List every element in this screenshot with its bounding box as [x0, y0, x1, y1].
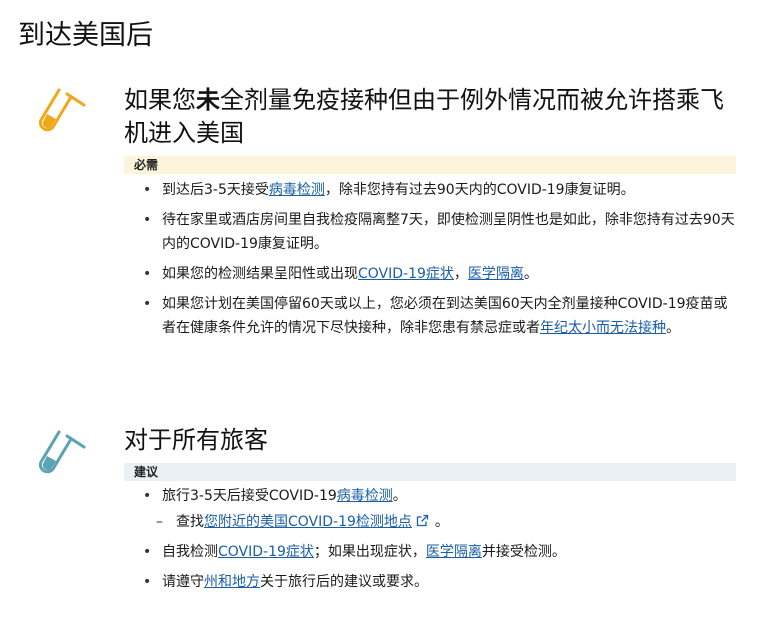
viral-test-link[interactable]: 病毒检测	[269, 182, 325, 198]
list-item: 到达后3-5天接受病毒检测，除非您持有过去90天内的COVID-19康复证明。	[140, 178, 735, 202]
test-tube-icon	[38, 88, 86, 132]
item-text: ，	[453, 266, 468, 282]
title-text-pre: 如果您	[124, 86, 196, 114]
item-text: ；如果出现症状，	[313, 544, 426, 560]
state-local-link[interactable]: 州和地方	[204, 574, 260, 590]
recommended-badge: 建议	[124, 463, 736, 481]
item-text: 自我检测	[162, 544, 218, 560]
viral-test-link[interactable]: 病毒检测	[337, 488, 393, 504]
required-list: 到达后3-5天接受病毒检测，除非您持有过去90天内的COVID-19康复证明。 …	[140, 178, 735, 340]
list-item: 自我检测COVID-19症状；如果出现症状，医学隔离并接受检测。	[140, 540, 735, 564]
section-title: 对于所有旅客	[124, 426, 268, 454]
item-text: 查找	[176, 514, 204, 530]
item-text: 到达后3-5天接受	[162, 182, 269, 198]
testing-locations-link[interactable]: 您附近的美国COVID-19检测地点	[204, 514, 412, 530]
required-badge: 必需	[124, 156, 736, 174]
covid-symptoms-link[interactable]: COVID-19症状	[358, 266, 454, 282]
title-text-emphasis: 未	[196, 86, 220, 114]
item-text: ，除非您持有过去90天内的COVID-19康复证明。	[324, 182, 635, 198]
covid-symptoms-link[interactable]: COVID-19症状	[218, 544, 314, 560]
list-item: 旅行3-5天后接受COVID-19病毒检测。	[140, 484, 735, 508]
item-text: 。	[434, 514, 449, 530]
item-text: 请遵守	[162, 574, 204, 590]
recommended-list: 旅行3-5天后接受COVID-19病毒检测。 查找您附近的美国COVID-19检…	[140, 484, 735, 594]
item-text: 如果您的检测结果呈阳性或出现	[162, 266, 358, 282]
item-text: 。	[666, 320, 680, 336]
test-tube-icon	[38, 430, 86, 474]
isolation-link[interactable]: 医学隔离	[468, 266, 524, 282]
too-young-link[interactable]: 年纪太小而无法接种	[540, 320, 666, 336]
item-text: 关于旅行后的建议或要求。	[260, 574, 428, 590]
item-text: 。	[523, 266, 538, 282]
page-title: 到达美国后	[18, 20, 153, 51]
external-link-icon	[416, 514, 429, 527]
page: 到达美国后 如果您未全剂量免疫接种但由于例外情况而被允许搭乘飞机进入美国 必需 …	[0, 0, 780, 618]
item-text: 旅行3-5天后接受COVID-19	[162, 488, 337, 504]
section-title: 如果您未全剂量免疫接种但由于例外情况而被允许搭乘飞机进入美国	[124, 84, 744, 150]
item-text: 并接受检测。	[481, 544, 566, 560]
sub-list-item: 查找您附近的美国COVID-19检测地点 。	[140, 510, 735, 534]
item-text: 。	[392, 488, 407, 504]
list-item: 请遵守州和地方关于旅行后的建议或要求。	[140, 570, 735, 594]
list-item: 待在家里或酒店房间里自我检疫隔离整7天，即使检测呈阴性也是如此，除非您持有过去9…	[140, 208, 735, 256]
list-item: 如果您的检测结果呈阳性或出现COVID-19症状，医学隔离。	[140, 262, 735, 286]
list-item: 如果您计划在美国停留60天或以上，您必须在到达美国60天内全剂量接种COVID-…	[140, 292, 735, 340]
item-text: 待在家里或酒店房间里自我检疫隔离整7天，即使检测呈阴性也是如此，除非您持有过去9…	[162, 212, 735, 252]
isolation-link[interactable]: 医学隔离	[426, 544, 482, 560]
